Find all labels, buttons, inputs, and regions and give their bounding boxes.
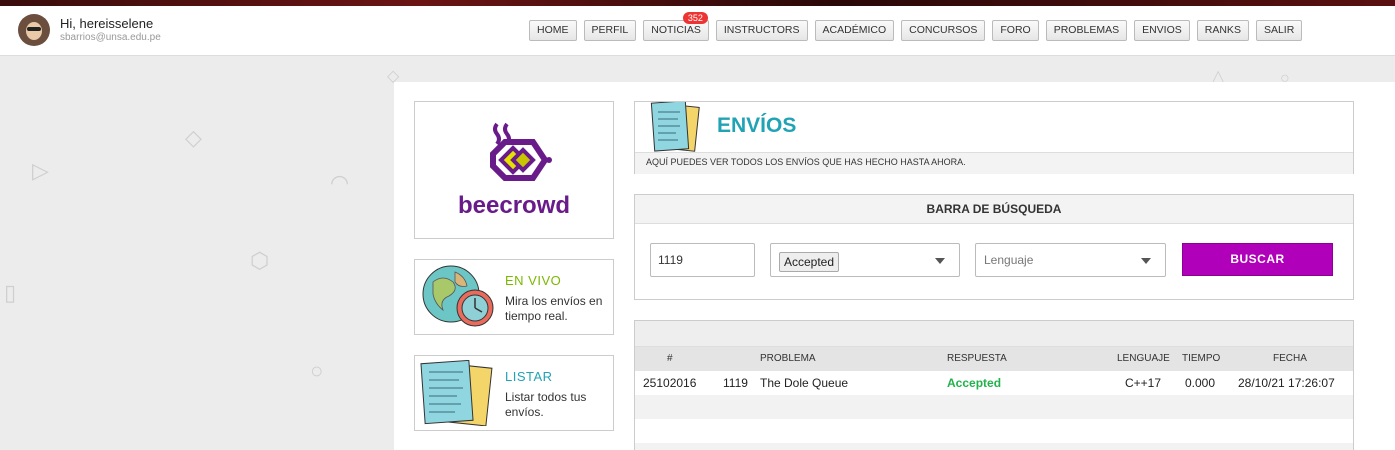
submission-time: 0.000 bbox=[1185, 376, 1216, 390]
list-description: Listar todos tus envíos. bbox=[505, 390, 587, 419]
diamond-shape-icon: ◇ bbox=[185, 125, 202, 150]
nav-label: PERFIL bbox=[591, 24, 629, 36]
beecrowd-logo-card[interactable]: beecrowd bbox=[414, 101, 614, 239]
live-submissions-card[interactable]: EN VIVO Mira los envíos en tiempo real. bbox=[414, 259, 614, 335]
answer-select[interactable]: Accepted bbox=[770, 243, 960, 277]
col-time-header[interactable]: TIEMPO bbox=[1182, 347, 1220, 371]
empty-row bbox=[635, 443, 1353, 450]
list-submissions-card[interactable]: LISTAR Listar todos tus envíos. bbox=[414, 355, 614, 431]
language-placeholder: Lenguaje bbox=[984, 253, 1034, 267]
submissions-header: ENVÍOS AQUÍ PUEDES VER TODOS LOS ENVÍOS … bbox=[634, 101, 1354, 174]
submission-id[interactable]: 25102016 bbox=[643, 371, 696, 395]
live-description: Mira los envíos en tiempo real. bbox=[505, 294, 603, 323]
beecrowd-wordmark: beecrowd bbox=[457, 192, 571, 219]
col-problem-header[interactable]: PROBLEMA bbox=[760, 347, 816, 371]
beecrowd-logo-icon bbox=[490, 122, 552, 181]
main-nav: HOME PERFIL NOTICIAS 352 INSTRUCTORS ACAD… bbox=[529, 12, 1303, 41]
problem-search-input[interactable]: 1119 bbox=[650, 243, 755, 277]
nav-label: ACADÉMICO bbox=[822, 24, 887, 36]
empty-row bbox=[635, 395, 1353, 419]
top-bar: Hi, hereisselene sbarrios@unsa.edu.pe HO… bbox=[0, 6, 1395, 56]
nav-instructors[interactable]: INSTRUCTORS bbox=[715, 20, 808, 41]
results-toolbar bbox=[635, 321, 1353, 347]
arc-shape-icon: ◠ bbox=[330, 170, 350, 195]
nav-concursos[interactable]: CONCURSOS bbox=[901, 20, 986, 41]
chevron-down-icon bbox=[935, 258, 945, 264]
user-name: hereisselene bbox=[79, 16, 154, 31]
language-select[interactable]: Lenguaje bbox=[975, 243, 1166, 277]
nav-foro[interactable]: FORO bbox=[992, 20, 1039, 41]
nav-noticias[interactable]: NOTICIAS 352 bbox=[643, 12, 709, 41]
nav-academico[interactable]: ACADÉMICO bbox=[814, 20, 895, 41]
documents-icon bbox=[420, 360, 493, 426]
nav-label: INSTRUCTORS bbox=[723, 24, 800, 36]
problem-number[interactable]: 1119 bbox=[723, 371, 748, 395]
col-id-header[interactable]: # bbox=[667, 347, 673, 371]
col-date-header[interactable]: FECHA bbox=[1273, 347, 1307, 371]
nav-ranks[interactable]: RANKS bbox=[1196, 20, 1249, 41]
problem-name[interactable]: The Dole Queue bbox=[760, 371, 848, 395]
chevron-down-icon bbox=[1141, 258, 1151, 264]
greeting-text: Hi, bbox=[60, 16, 76, 31]
nav-label: ENVIOS bbox=[1142, 24, 1182, 36]
triangle-shape-icon: ▷ bbox=[32, 158, 49, 183]
nav-perfil[interactable]: PERFIL bbox=[583, 20, 637, 41]
avatar[interactable] bbox=[18, 14, 50, 46]
nav-label: PROBLEMAS bbox=[1053, 24, 1120, 36]
rectangle-shape-icon: ▯ bbox=[4, 280, 17, 305]
empty-row bbox=[635, 419, 1353, 443]
nav-problemas[interactable]: PROBLEMAS bbox=[1045, 20, 1128, 41]
hexagon-shape-icon: ⬡ bbox=[250, 248, 270, 273]
nav-label: FORO bbox=[1000, 24, 1031, 36]
search-button[interactable]: BUSCAR bbox=[1182, 243, 1333, 276]
answer-status[interactable]: Accepted bbox=[947, 371, 1001, 395]
avatar-glasses bbox=[27, 27, 41, 31]
nav-salir[interactable]: SALIR bbox=[1255, 20, 1303, 41]
search-panel-title: BARRA DE BÚSQUEDA bbox=[635, 195, 1353, 224]
nav-label: NOTICIAS bbox=[651, 24, 701, 36]
list-title: LISTAR bbox=[505, 369, 553, 384]
page-subtitle: AQUÍ PUEDES VER TODOS LOS ENVÍOS QUE HAS… bbox=[635, 152, 1353, 174]
circle-shape-icon: ○ bbox=[310, 358, 324, 383]
problem-input-value: 1119 bbox=[658, 253, 683, 267]
nav-label: CONCURSOS bbox=[909, 24, 978, 36]
live-title: EN VIVO bbox=[505, 273, 562, 288]
nav-label: SALIR bbox=[1263, 24, 1295, 36]
nav-envios[interactable]: ENVIOS bbox=[1134, 20, 1190, 41]
user-email: sbarrios@unsa.edu.pe bbox=[60, 32, 161, 43]
globe-clock-icon bbox=[422, 265, 494, 327]
table-header: # PROBLEMA RESPUESTA LENGUAJE TIEMPO FEC… bbox=[635, 347, 1353, 371]
results-table: # PROBLEMA RESPUESTA LENGUAJE TIEMPO FEC… bbox=[634, 320, 1354, 450]
notification-badge: 352 bbox=[682, 12, 708, 24]
avatar-face bbox=[26, 22, 42, 40]
submission-date: 28/10/21 17:26:07 bbox=[1238, 376, 1335, 390]
table-row[interactable]: 25102016 1119 The Dole Queue Accepted C+… bbox=[635, 371, 1353, 395]
page-title: ENVÍOS bbox=[717, 114, 797, 137]
col-answer-header[interactable]: RESPUESTA bbox=[947, 347, 1007, 371]
nav-label: RANKS bbox=[1204, 24, 1241, 36]
search-panel: BARRA DE BÚSQUEDA 1119 Accepted Lenguaje… bbox=[634, 194, 1354, 300]
user-greeting: Hi, hereisselene bbox=[60, 16, 153, 31]
answer-selected-pill: Accepted bbox=[779, 252, 840, 272]
submission-language: C++17 bbox=[1125, 376, 1162, 390]
nav-home[interactable]: HOME bbox=[529, 20, 577, 41]
nav-label: HOME bbox=[537, 24, 569, 36]
col-language-header[interactable]: LENGUAJE bbox=[1117, 347, 1170, 371]
documents-header-icon bbox=[650, 102, 700, 152]
